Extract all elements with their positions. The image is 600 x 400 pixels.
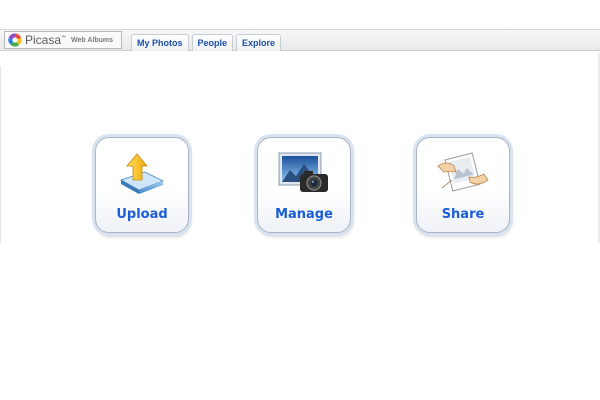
share-label: Share <box>441 207 485 222</box>
share-button[interactable]: Share <box>416 137 510 233</box>
camera-photo-icon <box>276 150 332 201</box>
tab-my-photos[interactable]: My Photos <box>131 34 189 51</box>
tab-people[interactable]: People <box>191 34 234 51</box>
logo-wordmark: Picasa™ <box>25 33 67 47</box>
tab-explore[interactable]: Explore <box>236 34 282 51</box>
picasa-pinwheel-icon <box>8 33 22 47</box>
nav-tabs: My Photos People Explore <box>131 34 284 51</box>
logo-subtitle: Web Albums <box>71 36 114 44</box>
manage-button[interactable]: Manage <box>257 137 351 233</box>
share-photo-icon <box>436 150 490 203</box>
upload-label: Upload <box>116 207 168 222</box>
manage-label: Manage <box>275 207 333 222</box>
picasa-logo[interactable]: Picasa™ Web Albums <box>4 31 122 49</box>
upload-icon <box>117 150 167 201</box>
left-divider <box>0 66 1 244</box>
upload-button[interactable]: Upload <box>95 137 189 233</box>
